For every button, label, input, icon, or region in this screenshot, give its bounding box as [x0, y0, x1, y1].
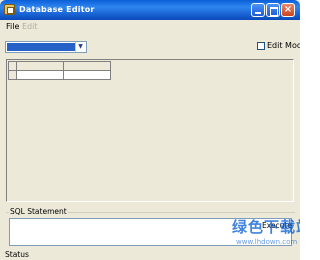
maximize-button[interactable]: [266, 3, 280, 17]
data-grid-table: [8, 61, 111, 80]
grid-column-header[interactable]: [16, 61, 64, 71]
sql-statement-input[interactable]: [9, 218, 292, 246]
edit-mode-checkbox[interactable]: [257, 42, 265, 50]
grid-column-header[interactable]: [63, 61, 111, 71]
menu-bar: File Edit: [0, 20, 300, 33]
execute-button[interactable]: Execute: [262, 221, 292, 230]
menu-file[interactable]: File: [6, 22, 19, 31]
minimize-button[interactable]: [251, 3, 265, 17]
grid-cell[interactable]: [16, 70, 64, 80]
database-select-value: [7, 43, 75, 51]
menu-edit[interactable]: Edit: [22, 22, 38, 31]
grid-corner-cell[interactable]: [8, 61, 17, 71]
title-bar[interactable]: Database Editor ×: [0, 0, 300, 20]
database-select[interactable]: ▼: [5, 41, 87, 53]
status-text: Status: [5, 250, 29, 259]
data-grid[interactable]: [6, 59, 294, 202]
table-row[interactable]: [8, 70, 111, 80]
chevron-down-icon[interactable]: ▼: [75, 42, 85, 52]
toolbar: ▼ Edit Mode: [0, 34, 300, 58]
sql-statement-group: SQL Statement: [6, 207, 295, 247]
window-title: Database Editor: [19, 5, 95, 14]
database-editor-window: Database Editor × File Edit ▼ Edit Mode: [0, 0, 300, 260]
status-bar: Status: [0, 250, 300, 260]
grid-cell[interactable]: [63, 70, 111, 80]
grid-header-row: [8, 61, 111, 71]
app-icon: [4, 4, 15, 15]
sql-statement-label: SQL Statement: [9, 207, 68, 216]
edit-mode-label: Edit Mode: [267, 41, 300, 50]
close-button[interactable]: ×: [281, 3, 295, 17]
data-grid-background: [7, 60, 293, 201]
grid-row-header[interactable]: [8, 70, 17, 80]
